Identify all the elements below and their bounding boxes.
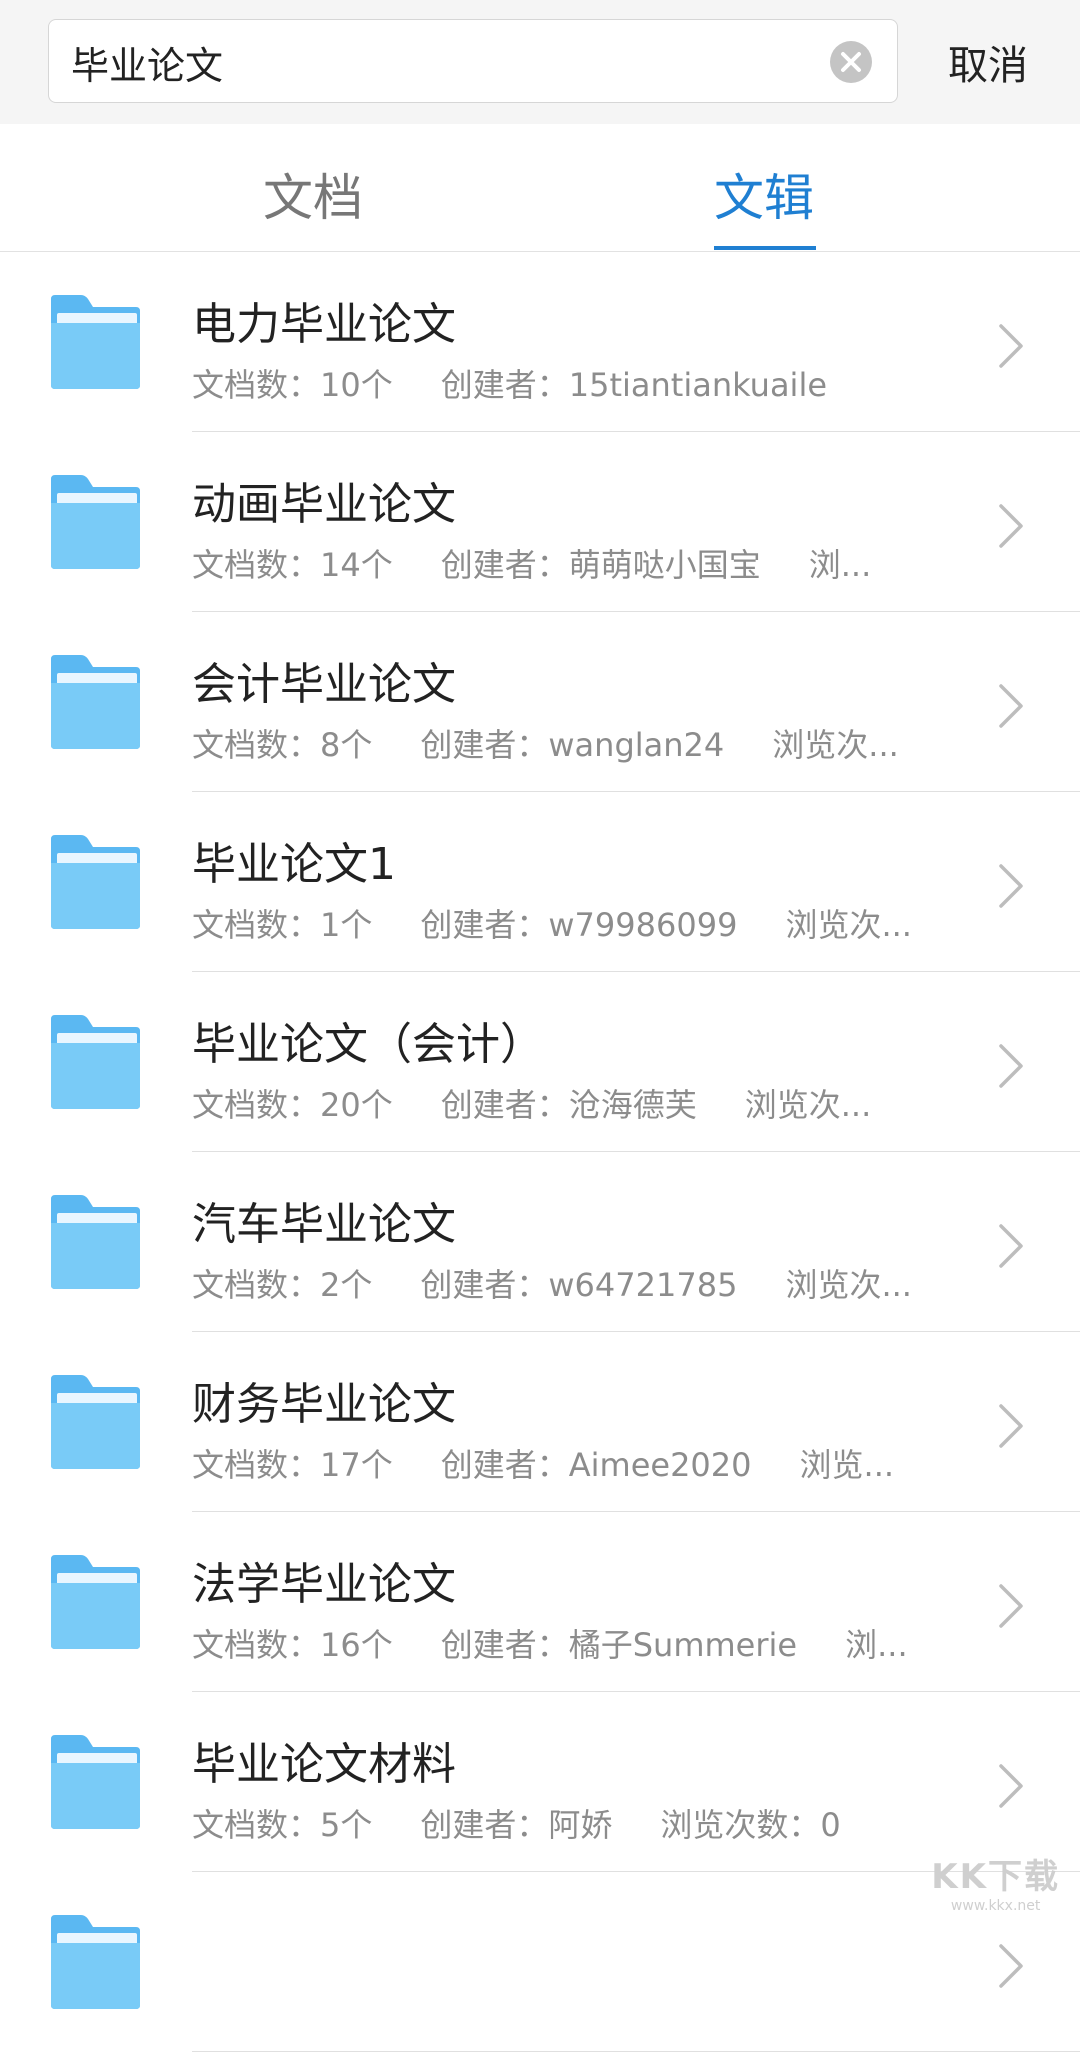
view-count: 浏览...: [800, 1446, 895, 1484]
cancel-button[interactable]: 取消: [948, 33, 1028, 91]
folder-icon: [47, 473, 144, 571]
folder-icon: [47, 293, 144, 391]
collection-title: 会计毕业论文: [192, 648, 456, 712]
doc-count: 文档数：17个: [192, 1446, 393, 1484]
collection-title: 法学毕业论文: [192, 1548, 456, 1612]
collection-meta: 文档数：14个 创建者：萌萌哒小国宝 浏...: [192, 540, 912, 586]
folder-icon: [47, 833, 144, 931]
chevron-right-icon: [996, 682, 1026, 730]
folder-icon: [47, 653, 144, 751]
collection-title: 财务毕业论文: [192, 1368, 456, 1432]
tab-documents[interactable]: 文档: [263, 158, 363, 230]
view-count: 浏览次...: [785, 1266, 912, 1304]
collection-meta: 文档数：17个 创建者：Aimee2020 浏览...: [192, 1440, 912, 1486]
creator: 创建者：15tiantiankuaile: [441, 366, 827, 404]
list-item[interactable]: 财务毕业论文文档数：17个 创建者：Aimee2020 浏览...: [0, 1332, 1080, 1512]
collection-title: 毕业论文（会计）: [192, 1008, 544, 1072]
doc-count: 文档数：8个: [192, 726, 372, 764]
active-tab-indicator: [714, 246, 816, 250]
doc-count: 文档数：1个: [192, 906, 372, 944]
chevron-right-icon: [996, 1942, 1026, 1990]
collection-title: 电力毕业论文: [192, 288, 456, 352]
list-item[interactable]: 电力毕业论文文档数：10个 创建者：15tiantiankuaile: [0, 252, 1080, 432]
collection-title: 毕业论文1: [192, 828, 396, 892]
search-box[interactable]: [48, 19, 898, 103]
watermark-logo: KK下载: [931, 1849, 1060, 1898]
folder-icon: [47, 1193, 144, 1291]
list-item[interactable]: [0, 1872, 1080, 2052]
watermark-url: www.kkx.net: [931, 1898, 1060, 1914]
list-item[interactable]: 会计毕业论文文档数：8个 创建者：wanglan24 浏览次...: [0, 612, 1080, 792]
collection-meta: 文档数：16个 创建者：橘子Summerie 浏...: [192, 1620, 912, 1666]
collection-meta: 文档数：1个 创建者：w79986099 浏览次...: [192, 900, 912, 946]
collection-meta: 文档数：20个 创建者：沧海德芙 浏览次...: [192, 1080, 912, 1126]
creator: 创建者：w64721785: [420, 1266, 737, 1304]
list-item[interactable]: 毕业论文（会计） 文档数：20个 创建者：沧海德芙 浏览次...: [0, 972, 1080, 1152]
folder-icon: [47, 1373, 144, 1471]
folder-icon: [47, 1733, 144, 1831]
view-count: 浏...: [845, 1626, 908, 1664]
collection-meta: 文档数：8个 创建者：wanglan24 浏览次...: [192, 720, 912, 766]
creator: 创建者：阿娇: [420, 1806, 612, 1844]
folder-icon: [47, 1913, 144, 2011]
doc-count: 文档数：2个: [192, 1266, 372, 1304]
watermark: KK下载 www.kkx.net: [931, 1849, 1060, 1914]
collection-title: 毕业论文材料: [192, 1728, 456, 1792]
creator: 创建者：沧海德芙: [441, 1086, 697, 1124]
view-count: 浏...: [809, 546, 872, 584]
chevron-right-icon: [996, 322, 1026, 370]
doc-count: 文档数：10个: [192, 366, 393, 404]
doc-count: 文档数：20个: [192, 1086, 393, 1124]
chevron-right-icon: [996, 1762, 1026, 1810]
folder-icon: [47, 1013, 144, 1111]
tab-bar: 文档 文辑: [0, 124, 1080, 252]
view-count: 浏览次...: [745, 1086, 872, 1124]
chevron-right-icon: [996, 1402, 1026, 1450]
doc-count: 文档数：14个: [192, 546, 393, 584]
view-count: 浏览次...: [772, 726, 899, 764]
collection-list: 电力毕业论文文档数：10个创建者：15tiantiankuaile动画毕业论文文…: [0, 252, 1080, 2052]
doc-count: 文档数：16个: [192, 1626, 393, 1664]
creator: 创建者：w79986099: [420, 906, 737, 944]
collection-title: 汽车毕业论文: [192, 1188, 456, 1252]
chevron-right-icon: [996, 862, 1026, 910]
chevron-right-icon: [996, 1042, 1026, 1090]
creator: 创建者：wanglan24: [420, 726, 724, 764]
search-bar: 取消: [0, 0, 1080, 124]
creator: 创建者：Aimee2020: [441, 1446, 752, 1484]
collection-title: 动画毕业论文: [192, 468, 456, 532]
collection-meta: 文档数：10个 创建者：15tiantiankuaile: [192, 360, 912, 406]
chevron-right-icon: [996, 1222, 1026, 1270]
chevron-right-icon: [996, 502, 1026, 550]
clear-icon[interactable]: [829, 40, 873, 84]
chevron-right-icon: [996, 1582, 1026, 1630]
doc-count: 文档数：5个: [192, 1806, 372, 1844]
tab-collections[interactable]: 文辑: [714, 158, 814, 230]
collection-meta: 文档数：5个 创建者：阿娇 浏览次数：0: [192, 1800, 912, 1846]
collection-meta: [192, 1980, 912, 2018]
list-item[interactable]: 动画毕业论文文档数：14个 创建者：萌萌哒小国宝 浏...: [0, 432, 1080, 612]
list-item[interactable]: 毕业论文材料文档数：5个 创建者：阿娇 浏览次数：0: [0, 1692, 1080, 1872]
collection-meta: 文档数：2个 创建者：w64721785 浏览次...: [192, 1260, 912, 1306]
list-item[interactable]: 法学毕业论文文档数：16个 创建者：橘子Summerie 浏...: [0, 1512, 1080, 1692]
creator: 创建者：萌萌哒小国宝: [441, 546, 761, 584]
creator: 创建者：橘子Summerie: [441, 1626, 797, 1664]
folder-icon: [47, 1553, 144, 1651]
view-count: 浏览次...: [785, 906, 912, 944]
list-item[interactable]: 毕业论文1 文档数：1个 创建者：w79986099 浏览次...: [0, 792, 1080, 972]
search-input[interactable]: [69, 34, 813, 90]
view-count: 浏览次数：0: [660, 1806, 840, 1844]
list-item[interactable]: 汽车毕业论文文档数：2个 创建者：w64721785 浏览次...: [0, 1152, 1080, 1332]
